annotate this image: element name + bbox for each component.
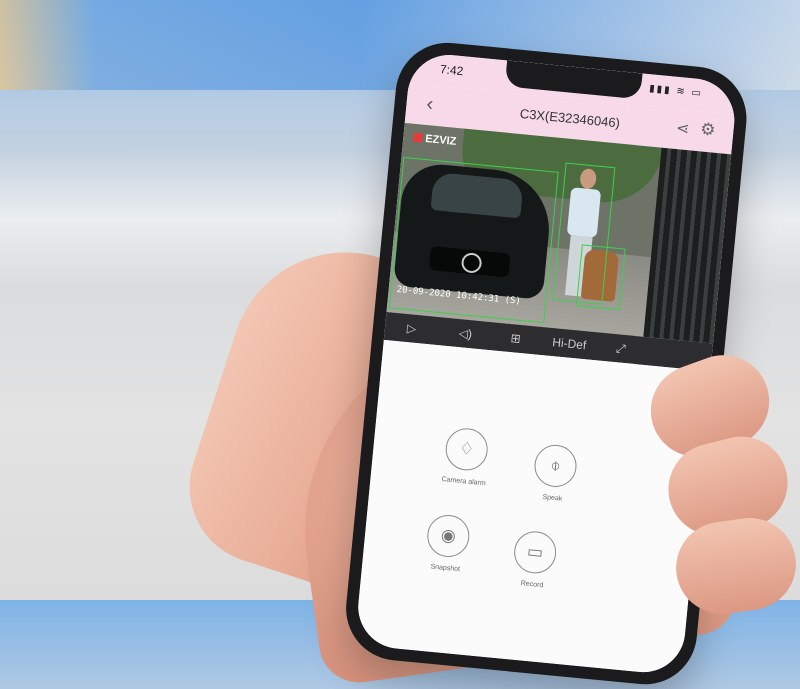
- sound-icon[interactable]: ◁): [458, 326, 473, 341]
- camera-alarm-label: Camera alarm: [441, 476, 486, 488]
- share-icon[interactable]: ⋖: [675, 118, 690, 139]
- speak-label: Speak: [542, 493, 563, 503]
- camera-alarm-button[interactable]: ♢ Camera alarm: [420, 424, 511, 489]
- ezviz-logo: EZVIZ: [412, 132, 457, 148]
- gear-icon[interactable]: ⚙: [699, 119, 716, 140]
- live-video-feed[interactable]: EZVIZ 20-09-2020 10:42:31 (S): [386, 122, 732, 344]
- microphone-icon: ⌽: [532, 443, 579, 489]
- ezviz-logo-mark: [412, 132, 423, 143]
- quality-toggle[interactable]: Hi-Def: [552, 335, 587, 352]
- speak-button[interactable]: ⌽ Speak: [509, 441, 600, 506]
- camera-icon: ◉: [425, 513, 472, 559]
- layout-icon[interactable]: ⊞: [510, 331, 521, 346]
- signal-wifi-battery-icons: ▮▮▮ ≋ ▭: [648, 83, 704, 100]
- status-time: 7:42: [439, 62, 464, 79]
- snapshot-button[interactable]: ◉ Snapshot: [402, 511, 493, 576]
- fullscreen-icon[interactable]: ⤢: [615, 341, 626, 357]
- ezviz-brand-text: EZVIZ: [424, 132, 457, 148]
- video-record-icon: ▭: [512, 529, 559, 576]
- record-label: Record: [520, 580, 544, 590]
- play-icon[interactable]: ▷: [406, 321, 417, 336]
- siren-icon: ♢: [443, 426, 490, 473]
- detection-box-dog: [575, 244, 626, 311]
- record-button[interactable]: ▭ Record: [489, 527, 580, 592]
- snapshot-label: Snapshot: [430, 563, 461, 574]
- video-gate: [643, 147, 732, 344]
